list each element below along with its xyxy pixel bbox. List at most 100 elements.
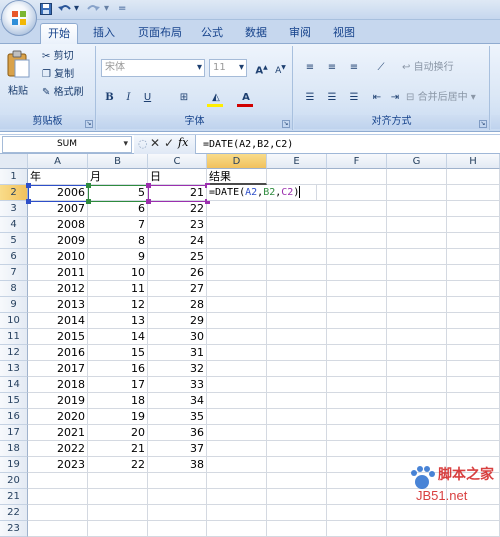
table-cell[interactable]: [387, 169, 447, 185]
table-cell[interactable]: [267, 505, 327, 521]
table-cell[interactable]: 10: [88, 265, 148, 281]
table-cell[interactable]: [447, 505, 500, 521]
table-cell[interactable]: [387, 441, 447, 457]
table-cell[interactable]: [447, 185, 500, 201]
table-cell[interactable]: 31: [148, 345, 207, 361]
table-cell[interactable]: 2010: [28, 249, 88, 265]
table-cell[interactable]: [148, 505, 207, 521]
table-cell[interactable]: 22: [88, 457, 148, 473]
table-cell[interactable]: 2017: [28, 361, 88, 377]
formula-input[interactable]: =DATE(A2,B2,C2): [198, 136, 498, 153]
selection-handle[interactable]: [86, 199, 91, 204]
table-cell[interactable]: 2020: [28, 409, 88, 425]
table-cell[interactable]: [267, 233, 327, 249]
underline-button[interactable]: U: [139, 89, 156, 106]
table-cell[interactable]: [387, 345, 447, 361]
align-left-icon[interactable]: ☰: [300, 89, 320, 106]
table-cell[interactable]: 38: [148, 457, 207, 473]
tab-view[interactable]: 视图: [328, 23, 360, 44]
table-cell[interactable]: [207, 329, 267, 345]
table-cell[interactable]: [267, 169, 327, 185]
align-top-icon[interactable]: ≡: [300, 59, 320, 76]
table-cell[interactable]: [387, 361, 447, 377]
table-cell[interactable]: [207, 521, 267, 537]
table-cell[interactable]: [327, 441, 387, 457]
insert-function-icon[interactable]: fx: [178, 136, 188, 149]
table-cell[interactable]: [327, 249, 387, 265]
table-cell[interactable]: [207, 201, 267, 217]
table-cell[interactable]: 月: [88, 169, 148, 185]
column-header-a[interactable]: A: [28, 154, 88, 169]
table-cell[interactable]: 2014: [28, 313, 88, 329]
column-header-h[interactable]: H: [447, 154, 500, 169]
table-cell[interactable]: 35: [148, 409, 207, 425]
column-header-b[interactable]: B: [88, 154, 148, 169]
table-cell[interactable]: 2007: [28, 201, 88, 217]
table-cell[interactable]: 2013: [28, 297, 88, 313]
table-cell[interactable]: [207, 313, 267, 329]
table-cell[interactable]: [327, 505, 387, 521]
table-cell[interactable]: [267, 217, 327, 233]
table-cell[interactable]: 2009: [28, 233, 88, 249]
table-cell[interactable]: 13: [88, 313, 148, 329]
table-cell[interactable]: [267, 361, 327, 377]
selection-handle[interactable]: [26, 183, 31, 188]
table-cell[interactable]: [327, 425, 387, 441]
row-header[interactable]: 1: [0, 169, 28, 185]
table-cell[interactable]: [148, 489, 207, 505]
table-cell[interactable]: [207, 473, 267, 489]
table-cell[interactable]: [207, 505, 267, 521]
table-cell[interactable]: 结果: [207, 169, 267, 185]
row-header[interactable]: 15: [0, 393, 28, 409]
row-header[interactable]: 9: [0, 297, 28, 313]
table-cell[interactable]: [387, 297, 447, 313]
table-cell[interactable]: 18: [88, 393, 148, 409]
selection-handle[interactable]: [146, 183, 151, 188]
table-cell[interactable]: [327, 281, 387, 297]
tab-page-layout[interactable]: 页面布局: [130, 23, 190, 44]
table-cell[interactable]: [447, 217, 500, 233]
table-cell[interactable]: 2018: [28, 377, 88, 393]
row-header[interactable]: 21: [0, 489, 28, 505]
row-header[interactable]: 22: [0, 505, 28, 521]
format-painter-button[interactable]: ✎ 格式刷: [42, 86, 84, 100]
align-middle-icon[interactable]: ≡: [322, 59, 342, 76]
cut-button[interactable]: ✂ 剪切: [42, 50, 74, 64]
row-header[interactable]: 20: [0, 473, 28, 489]
table-cell[interactable]: [327, 361, 387, 377]
table-cell[interactable]: [267, 521, 327, 537]
table-cell[interactable]: [88, 505, 148, 521]
table-cell[interactable]: [327, 345, 387, 361]
selection-handle[interactable]: [86, 183, 91, 188]
table-cell[interactable]: [327, 201, 387, 217]
table-cell[interactable]: [447, 521, 500, 537]
selection-handle[interactable]: [146, 199, 151, 204]
table-cell[interactable]: [387, 505, 447, 521]
table-cell[interactable]: [387, 249, 447, 265]
table-cell[interactable]: [267, 329, 327, 345]
align-right-icon[interactable]: ☰: [344, 89, 364, 106]
tab-insert[interactable]: 插入: [86, 23, 122, 44]
table-cell[interactable]: [207, 489, 267, 505]
table-cell[interactable]: [267, 249, 327, 265]
table-cell[interactable]: [447, 409, 500, 425]
table-cell[interactable]: [207, 249, 267, 265]
row-header[interactable]: 11: [0, 329, 28, 345]
table-cell[interactable]: [267, 457, 327, 473]
table-cell[interactable]: [327, 329, 387, 345]
table-cell[interactable]: [267, 409, 327, 425]
row-header[interactable]: 3: [0, 201, 28, 217]
table-cell[interactable]: [267, 265, 327, 281]
table-cell[interactable]: [267, 489, 327, 505]
table-cell[interactable]: 20: [88, 425, 148, 441]
table-cell[interactable]: [267, 393, 327, 409]
tab-formulas[interactable]: 公式: [196, 23, 228, 44]
column-header-f[interactable]: F: [327, 154, 387, 169]
table-cell[interactable]: 9: [88, 249, 148, 265]
table-cell[interactable]: [327, 185, 387, 201]
table-cell[interactable]: [327, 169, 387, 185]
table-cell[interactable]: [327, 457, 387, 473]
table-cell[interactable]: [267, 345, 327, 361]
table-cell[interactable]: [88, 473, 148, 489]
column-header-c[interactable]: C: [148, 154, 207, 169]
